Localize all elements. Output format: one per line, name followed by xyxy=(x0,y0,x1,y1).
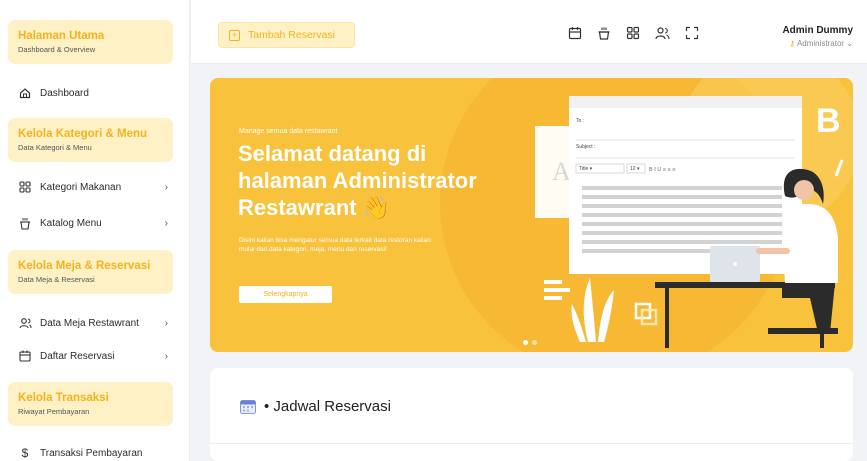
welcome-banner: A B I U ≡ ≡ ≡ B Manage semua data restaw… xyxy=(210,78,853,352)
calendar-icon xyxy=(18,349,32,363)
carousel-dot[interactable] xyxy=(523,340,528,345)
schedule-card: • Jadwal Reservasi xyxy=(210,368,853,461)
user-menu[interactable]: Admin Dummy ⚷ Administrator ⌄ xyxy=(782,25,853,48)
learn-more-button[interactable]: Selengkapnya xyxy=(239,286,332,303)
section-subtitle: Riwayat Pembayaran xyxy=(18,407,90,416)
mock-size-select: 12 ▾ xyxy=(630,166,640,172)
mock-font-value: Title xyxy=(579,166,589,172)
schedule-title-label: • Jadwal Reservasi xyxy=(264,398,391,415)
banner-heading: Selamat datang di halaman Administrator … xyxy=(238,141,477,220)
section-subtitle: Dashboard & Overview xyxy=(18,45,96,54)
section-header-home: Halaman Utama Dashboard & Overview xyxy=(8,20,173,64)
sidebar-item-label: Daftar Reservasi xyxy=(40,350,115,362)
mock-form: To : xyxy=(576,118,584,124)
key-icon: ⚷ xyxy=(789,39,796,48)
sidebar-item-transaksi-pembayaran[interactable]: $ Transaksi Pembayaran xyxy=(18,443,168,461)
plus-icon: + xyxy=(229,29,240,41)
calendar-icon xyxy=(240,399,256,414)
sidebar-item-data-meja[interactable]: Data Meja Restawrant › xyxy=(18,313,168,333)
sidebar: Halaman Utama Dashboard & Overview Dashb… xyxy=(0,0,190,461)
user-role: ⚷ Administrator ⌄ xyxy=(782,39,853,48)
user-role-label: Administrator ⌄ xyxy=(796,39,853,48)
grid-icon[interactable] xyxy=(626,26,642,42)
sidebar-item-label: Katalog Menu xyxy=(40,217,102,229)
mock-to-label: To : xyxy=(576,118,585,124)
chevron-right-icon: › xyxy=(164,217,168,229)
sidebar-item-label: Transaksi Pembayaran xyxy=(40,447,143,459)
section-title: Kelola Kategori & Menu xyxy=(18,128,148,140)
mock-size-value: 12 xyxy=(630,166,636,172)
section-header-meja: Kelola Meja & Reservasi Data Meja & Rese… xyxy=(8,250,173,294)
fullscreen-icon[interactable] xyxy=(685,26,701,42)
sidebar-item-label: Kategori Makanan xyxy=(40,181,122,193)
carousel-dot[interactable] xyxy=(532,340,537,345)
section-subtitle: Data Meja & Reservasi xyxy=(18,275,95,284)
home-icon xyxy=(18,86,32,100)
add-reservation-button[interactable]: + Tambah Reservasi xyxy=(218,22,355,48)
dollar-icon: $ xyxy=(21,446,29,460)
section-header-transaksi: Kelola Transaksi Riwayat Pembayaran xyxy=(8,382,173,426)
section-subtitle: Data Kategori & Menu xyxy=(18,143,92,152)
sidebar-item-katalog-menu[interactable]: Katalog Menu › xyxy=(18,213,168,233)
banner-tagline: Manage semua data restawrant xyxy=(239,128,338,135)
svg-text:A: A xyxy=(552,157,571,186)
mock-subject: Subject : xyxy=(576,144,595,150)
cup-icon xyxy=(18,216,32,230)
svg-text:B: B xyxy=(816,102,841,140)
users-icon[interactable] xyxy=(655,26,671,42)
sidebar-item-dashboard[interactable]: Dashboard xyxy=(18,83,168,103)
grid-icon xyxy=(18,180,32,194)
sidebar-item-kategori-makanan[interactable]: Kategori Makanan › xyxy=(18,177,168,197)
banner-description: Disini kalian bisa mengatur semua data t… xyxy=(239,237,431,253)
mock-font-select: Title ▾ xyxy=(579,166,593,172)
top-header: + Tambah Reservasi Admin Dummy ⚷ Adminis… xyxy=(191,0,867,64)
section-header-menu: Kelola Kategori & Menu Data Kategori & M… xyxy=(8,118,173,162)
carousel-indicators xyxy=(523,340,537,345)
svg-text:B I U ≡ ≡ ≡: B I U ≡ ≡ ≡ xyxy=(649,167,675,173)
sidebar-item-label: Dashboard xyxy=(40,87,89,99)
users-icon xyxy=(18,316,32,330)
chevron-right-icon: › xyxy=(164,317,168,329)
section-title: Kelola Transaksi xyxy=(18,392,109,404)
section-title: Halaman Utama xyxy=(18,30,105,42)
chevron-right-icon: › xyxy=(164,350,168,362)
section-title: Kelola Meja & Reservasi xyxy=(18,260,151,272)
card-divider xyxy=(210,443,853,444)
add-reservation-label: Tambah Reservasi xyxy=(248,29,335,41)
chevron-right-icon: › xyxy=(164,181,168,193)
calendar-icon[interactable] xyxy=(568,26,584,42)
cup-icon[interactable] xyxy=(597,26,613,42)
sidebar-item-label: Data Meja Restawrant xyxy=(40,317,139,329)
sidebar-item-daftar-reservasi[interactable]: Daftar Reservasi › xyxy=(18,346,168,366)
user-name: Admin Dummy xyxy=(782,25,853,36)
schedule-title: • Jadwal Reservasi xyxy=(240,398,391,415)
mock-subject-label: Subject : xyxy=(576,144,596,150)
